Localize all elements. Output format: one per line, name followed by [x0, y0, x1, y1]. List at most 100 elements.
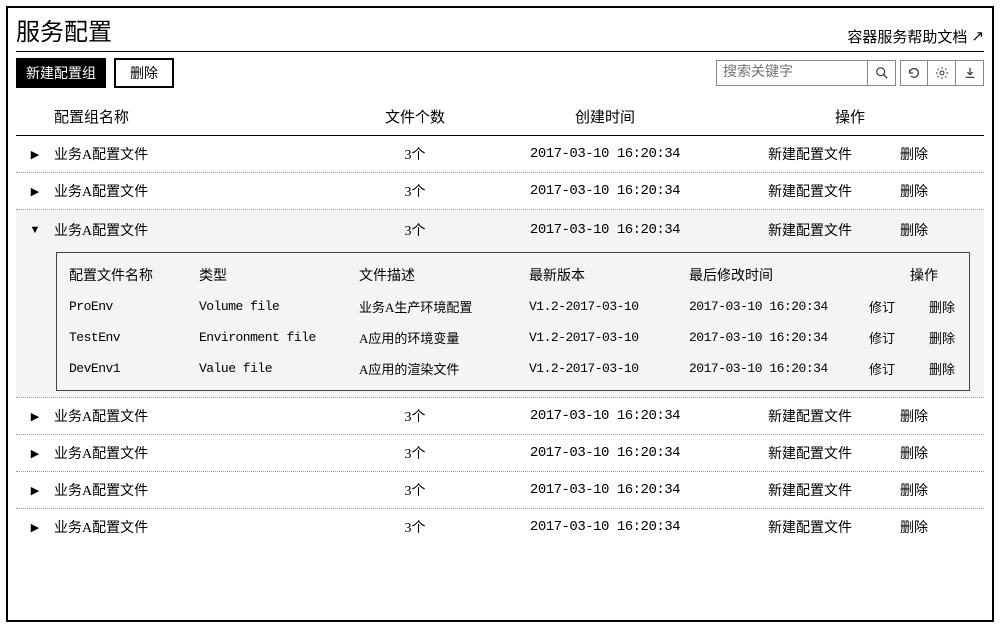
ncol-version: 最新版本 [529, 265, 689, 285]
file-version: V1.2-2017-03-10 [529, 330, 689, 345]
created-time: 2017-03-10 16:20:34 [490, 408, 720, 424]
delete-link[interactable]: 删除 [900, 480, 980, 500]
group-name: 业务A配置文件 [50, 517, 340, 537]
file-desc: A应用的环境变量 [359, 328, 529, 347]
created-time: 2017-03-10 16:20:34 [490, 445, 720, 461]
ncol-modified: 最后修改时间 [689, 265, 869, 285]
help-doc-link[interactable]: 容器服务帮助文档 ↗ [847, 26, 984, 47]
external-link-icon: ↗ [971, 27, 984, 46]
ncol-type: 类型 [199, 265, 359, 285]
file-version: V1.2-2017-03-10 [529, 299, 689, 314]
group-name: 业务A配置文件 [50, 220, 340, 240]
delete-link[interactable]: 删除 [900, 517, 980, 537]
new-config-file-link[interactable]: 新建配置文件 [720, 181, 900, 201]
file-count: 3个 [340, 480, 490, 500]
expand-toggle[interactable]: ▶ [20, 410, 50, 423]
new-config-file-link[interactable]: 新建配置文件 [720, 517, 900, 537]
col-ops: 操作 [720, 106, 980, 127]
expand-toggle[interactable]: ▶ [20, 521, 50, 534]
created-time: 2017-03-10 16:20:34 [490, 146, 720, 162]
file-count: 3个 [340, 517, 490, 537]
delete-link[interactable]: 删除 [929, 297, 979, 316]
group-name: 业务A配置文件 [50, 443, 340, 463]
expand-toggle[interactable]: ▶ [20, 447, 50, 460]
settings-icon[interactable] [928, 60, 956, 86]
file-type: Volume file [199, 299, 359, 314]
search-box [716, 60, 868, 86]
expand-toggle[interactable]: ▼ [20, 224, 50, 236]
nested-file-table: 配置文件名称类型文件描述最新版本最后修改时间操作ProEnvVolume fil… [56, 252, 970, 391]
expand-toggle[interactable]: ▶ [20, 148, 50, 161]
file-desc: A应用的渲染文件 [359, 359, 529, 378]
file-modified: 2017-03-10 16:20:34 [689, 299, 869, 314]
group-name: 业务A配置文件 [50, 406, 340, 426]
nested-row: DevEnv1Value fileA应用的渲染文件V1.2-2017-03-10… [67, 353, 959, 384]
delete-link[interactable]: 删除 [900, 443, 980, 463]
new-config-file-link[interactable]: 新建配置文件 [720, 443, 900, 463]
table-header-row: 配置组名称 文件个数 创建时间 操作 [16, 98, 984, 135]
file-count: 3个 [340, 220, 490, 240]
file-modified: 2017-03-10 16:20:34 [689, 361, 869, 376]
delete-link[interactable]: 删除 [900, 144, 980, 164]
delete-link[interactable]: 删除 [900, 181, 980, 201]
nested-row: ProEnvVolume file业务A生产环境配置V1.2-2017-03-1… [67, 291, 959, 322]
divider [16, 51, 984, 52]
download-icon[interactable] [956, 60, 984, 86]
search-icon[interactable] [868, 60, 896, 86]
created-time: 2017-03-10 16:20:34 [490, 222, 720, 238]
table-row: ▶业务A配置文件3个2017-03-10 16:20:34新建配置文件删除 [16, 509, 984, 545]
ncol-name: 配置文件名称 [69, 265, 199, 285]
created-time: 2017-03-10 16:20:34 [490, 183, 720, 199]
delete-link[interactable]: 删除 [929, 328, 979, 347]
expand-toggle[interactable]: ▶ [20, 484, 50, 497]
col-name: 配置组名称 [50, 106, 340, 127]
file-type: Value file [199, 361, 359, 376]
delete-button[interactable]: 删除 [114, 58, 174, 88]
created-time: 2017-03-10 16:20:34 [490, 482, 720, 498]
revise-link[interactable]: 修订 [869, 328, 929, 347]
table-row: ▶业务A配置文件3个2017-03-10 16:20:34新建配置文件删除 [16, 398, 984, 434]
table-row: ▶业务A配置文件3个2017-03-10 16:20:34新建配置文件删除 [16, 435, 984, 471]
delete-link[interactable]: 删除 [900, 406, 980, 426]
refresh-icon[interactable] [900, 60, 928, 86]
group-name: 业务A配置文件 [50, 480, 340, 500]
file-name: DevEnv1 [69, 361, 199, 376]
delete-link[interactable]: 删除 [900, 220, 980, 240]
new-config-file-link[interactable]: 新建配置文件 [720, 144, 900, 164]
file-desc: 业务A生产环境配置 [359, 297, 529, 316]
file-count: 3个 [340, 181, 490, 201]
file-type: Environment file [199, 330, 359, 345]
group-name: 业务A配置文件 [50, 181, 340, 201]
revise-link[interactable]: 修订 [869, 297, 929, 316]
table-row: ▶业务A配置文件3个2017-03-10 16:20:34新建配置文件删除 [16, 173, 984, 209]
file-modified: 2017-03-10 16:20:34 [689, 330, 869, 345]
created-time: 2017-03-10 16:20:34 [490, 519, 720, 535]
file-version: V1.2-2017-03-10 [529, 361, 689, 376]
nested-row: TestEnvEnvironment fileA应用的环境变量V1.2-2017… [67, 322, 959, 353]
config-group-table: 配置组名称 文件个数 创建时间 操作 ▶业务A配置文件3个2017-03-10 … [16, 98, 984, 545]
search-input[interactable] [717, 63, 867, 83]
new-config-file-link[interactable]: 新建配置文件 [720, 220, 900, 240]
table-row: ▶业务A配置文件3个2017-03-10 16:20:34新建配置文件删除 [16, 472, 984, 508]
table-row: ▶业务A配置文件3个2017-03-10 16:20:34新建配置文件删除 [16, 136, 984, 172]
file-name: TestEnv [69, 330, 199, 345]
page-title: 服务配置 [16, 12, 112, 47]
file-count: 3个 [340, 144, 490, 164]
file-count: 3个 [340, 406, 490, 426]
col-created: 创建时间 [490, 106, 720, 127]
col-file-count: 文件个数 [340, 106, 490, 127]
table-row: ▼业务A配置文件3个2017-03-10 16:20:34新建配置文件删除 [16, 212, 984, 248]
ncol-desc: 文件描述 [359, 265, 529, 285]
delete-link[interactable]: 删除 [929, 359, 979, 378]
expand-toggle[interactable]: ▶ [20, 185, 50, 198]
revise-link[interactable]: 修订 [869, 359, 929, 378]
file-count: 3个 [340, 443, 490, 463]
help-doc-link-label: 容器服务帮助文档 [847, 26, 967, 47]
new-config-file-link[interactable]: 新建配置文件 [720, 406, 900, 426]
file-name: ProEnv [69, 299, 199, 314]
nested-header-row: 配置文件名称类型文件描述最新版本最后修改时间操作 [67, 259, 959, 291]
ncol-ops: 操作 [869, 265, 979, 285]
group-name: 业务A配置文件 [50, 144, 340, 164]
new-config-file-link[interactable]: 新建配置文件 [720, 480, 900, 500]
new-config-group-button[interactable]: 新建配置组 [16, 58, 106, 88]
